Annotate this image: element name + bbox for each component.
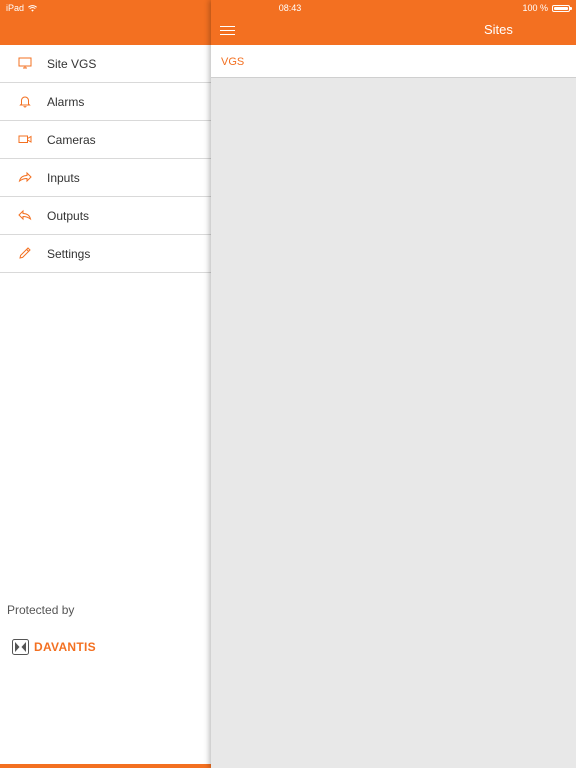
page-title: Sites [484, 22, 513, 37]
video-camera-icon [18, 135, 32, 143]
davantis-logo-text: DAVANTIS [34, 640, 96, 654]
nav-title-wrap: Sites [484, 22, 513, 37]
reply-arrow-icon [18, 209, 32, 221]
list-item[interactable]: VGS [211, 45, 576, 78]
sidebar-item-label: Site VGS [47, 56, 97, 71]
sidebar-menu: Site VGS Alarms Cameras Inputs Outputs S… [0, 45, 211, 273]
davantis-logo-mark-icon [12, 639, 29, 655]
battery-percentage: 100 % [522, 3, 548, 13]
bell-icon [19, 96, 31, 108]
site-label: VGS [221, 56, 245, 68]
sidebar-item-settings[interactable]: Settings [0, 235, 211, 273]
hamburger-icon[interactable] [220, 25, 235, 36]
sidebar-item-cameras[interactable]: Cameras [0, 121, 211, 159]
sidebar-item-label: Settings [47, 246, 91, 261]
sidebar-item-alarms[interactable]: Alarms [0, 83, 211, 121]
battery-icon [552, 4, 572, 12]
status-bar: iPad 08:43 100 % [0, 0, 576, 16]
protected-by-label: Protected by [7, 603, 75, 617]
sidebar-item-label: Outputs [47, 208, 90, 223]
monitor-icon [18, 57, 32, 69]
sidebar-item-label: Alarms [47, 94, 85, 109]
main-panel: Sites VGS [211, 0, 576, 768]
forward-arrow-icon [18, 171, 32, 183]
sidebar-bottom-bar [0, 764, 211, 768]
status-right: 100 % [522, 3, 572, 13]
sidebar-item-label: Cameras [47, 132, 96, 147]
pencil-icon [19, 247, 31, 259]
sidebar-item-outputs[interactable]: Outputs [0, 197, 211, 235]
davantis-logo: DAVANTIS [12, 639, 96, 655]
sidebar: Site VGS Alarms Cameras Inputs Outputs S… [0, 0, 211, 768]
clock: 08:43 [278, 3, 302, 13]
sidebar-item-label: Inputs [47, 170, 80, 185]
sidebar-item-inputs[interactable]: Inputs [0, 159, 211, 197]
sidebar-item-site-vgs[interactable]: Site VGS [0, 45, 211, 83]
